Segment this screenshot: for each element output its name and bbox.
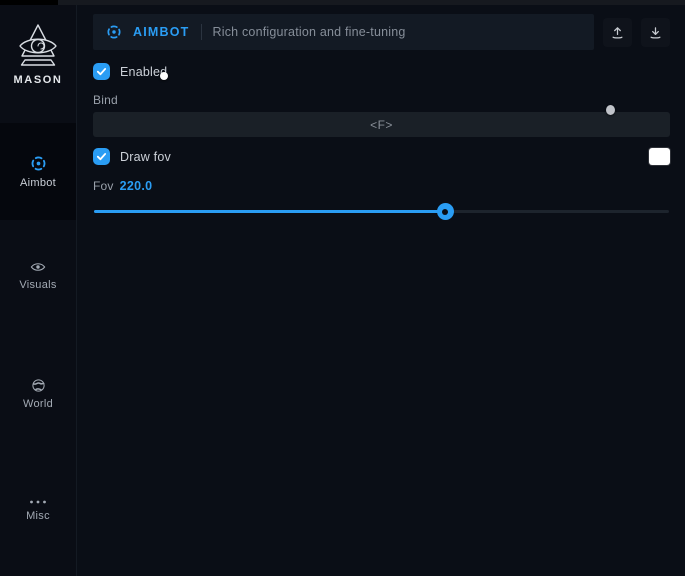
- sidebar-item-label: Misc: [26, 510, 50, 522]
- download-config-button[interactable]: [641, 18, 670, 47]
- sidebar-item-label: World: [23, 398, 53, 410]
- enabled-checkbox[interactable]: [93, 63, 110, 80]
- page-header: AIMBOT Rich configuration and fine-tunin…: [93, 14, 670, 50]
- mason-eye-pyramid-icon: [13, 22, 63, 70]
- bind-label: Bind: [93, 93, 670, 107]
- fov-row: Fov 220.0: [93, 179, 670, 193]
- ellipsis-icon: [29, 499, 47, 505]
- bind-key-field[interactable]: <F>: [93, 112, 670, 137]
- header-bar: AIMBOT Rich configuration and fine-tunin…: [93, 14, 594, 50]
- main-panel: AIMBOT Rich configuration and fine-tunin…: [77, 5, 685, 576]
- enabled-row: Enabled: [93, 63, 670, 80]
- bind-key-value: <F>: [370, 118, 393, 132]
- sidebar-item-label: Visuals: [19, 279, 56, 291]
- sidebar: MASON Aimbot Visuals: [0, 5, 77, 576]
- crosshair-icon: [30, 155, 47, 172]
- draw-fov-row: Draw fov: [93, 148, 670, 165]
- slider-handle[interactable]: [437, 203, 454, 220]
- check-icon: [96, 66, 107, 77]
- aimbot-settings: Enabled Bind <F> Draw fov Fov 220.0: [93, 50, 670, 220]
- globe-icon: [31, 378, 46, 393]
- bind-bar-dot: [606, 105, 615, 115]
- fov-slider[interactable]: [93, 202, 670, 220]
- header-divider: [201, 24, 202, 40]
- check-icon: [96, 151, 107, 162]
- sidebar-item-world[interactable]: World: [0, 378, 76, 410]
- fov-value: 220.0: [120, 179, 153, 193]
- sidebar-item-visuals[interactable]: Visuals: [0, 260, 76, 291]
- fov-label: Fov: [93, 179, 114, 193]
- upload-icon: [610, 25, 625, 40]
- mason-window: MASON Aimbot Visuals: [0, 0, 685, 576]
- draw-fov-label: Draw fov: [120, 150, 171, 164]
- sidebar-item-label: Aimbot: [20, 177, 56, 189]
- download-icon: [648, 25, 663, 40]
- sidebar-item-aimbot[interactable]: Aimbot: [0, 123, 76, 220]
- sidebar-item-misc[interactable]: Misc: [0, 499, 76, 522]
- upload-config-button[interactable]: [603, 18, 632, 47]
- mouse-cursor-dot: [160, 72, 168, 80]
- slider-handle-dot: [442, 209, 448, 215]
- brand-logo: MASON: [0, 22, 76, 86]
- draw-fov-checkbox[interactable]: [93, 148, 110, 165]
- crosshair-icon: [106, 24, 122, 40]
- eye-icon: [30, 260, 46, 274]
- page-title: AIMBOT: [133, 25, 190, 39]
- page-subtitle: Rich configuration and fine-tuning: [213, 25, 406, 39]
- slider-fill: [94, 210, 446, 213]
- brand-name: MASON: [14, 74, 63, 86]
- fov-color-swatch[interactable]: [649, 148, 670, 165]
